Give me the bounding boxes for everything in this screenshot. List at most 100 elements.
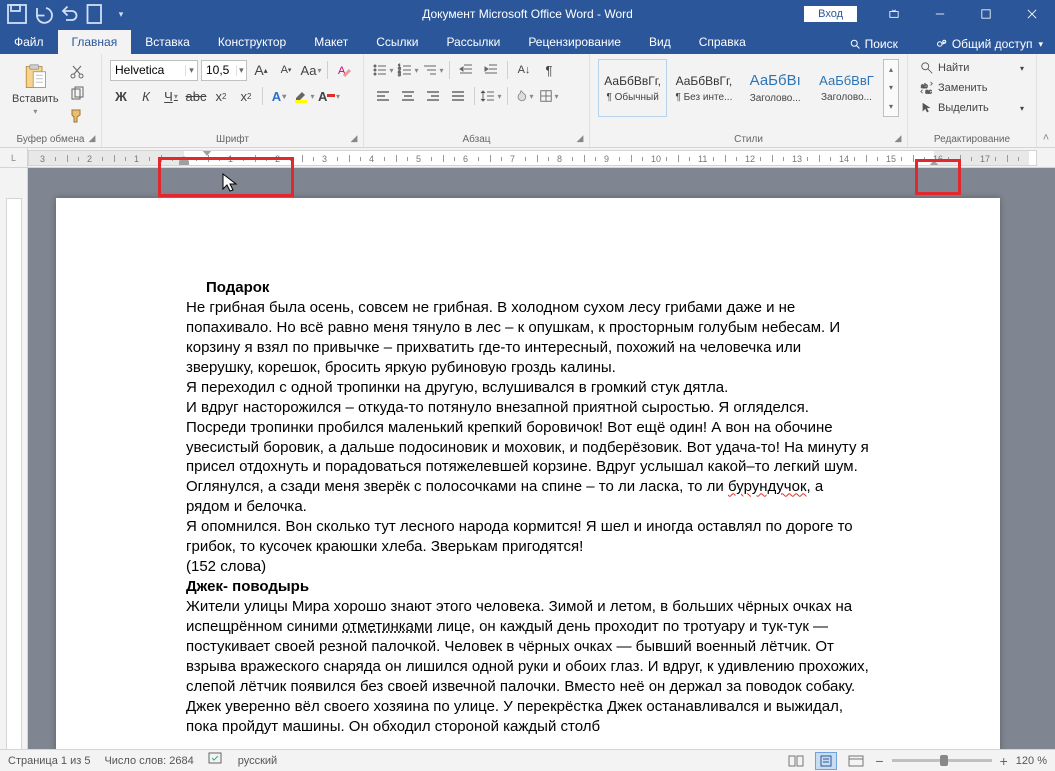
style-normal[interactable]: АаБбВвГг,¶ Обычный — [598, 59, 667, 117]
font-color-icon[interactable]: A▾ — [318, 85, 340, 107]
zoom-level[interactable]: 120 % — [1016, 755, 1047, 767]
shading-icon[interactable]: ▾ — [513, 85, 535, 107]
bold-button[interactable]: Ж — [110, 85, 132, 107]
status-page[interactable]: Страница 1 из 5 — [8, 755, 90, 767]
align-center-icon[interactable] — [397, 85, 419, 107]
group-label-styles: Стили — [590, 131, 907, 147]
status-lang[interactable]: русский — [238, 755, 277, 767]
close-icon[interactable] — [1009, 0, 1055, 28]
format-painter-icon[interactable] — [67, 107, 87, 125]
clear-format-icon[interactable]: A — [333, 59, 355, 81]
group-paragraph: ▾ 123▾ ▾ A↓ ¶ ▾ ▾ ▾ Абза — [364, 54, 590, 147]
change-case-icon[interactable]: Aa▾ — [300, 59, 322, 81]
print-layout-icon[interactable] — [815, 752, 837, 770]
select-button[interactable]: Выделить▾ — [916, 99, 1028, 117]
justify-icon[interactable] — [447, 85, 469, 107]
shrink-font-icon[interactable]: A▾ — [275, 59, 297, 81]
font-size-input[interactable] — [202, 63, 236, 77]
maximize-icon[interactable] — [963, 0, 1009, 28]
superscript-icon[interactable]: x2 — [235, 85, 257, 107]
login-button[interactable]: Вход — [804, 6, 857, 22]
spellcheck-icon[interactable] — [208, 752, 224, 769]
status-words[interactable]: Число слов: 2684 — [104, 755, 193, 767]
vertical-ruler[interactable] — [0, 168, 28, 749]
underline-button[interactable]: Ч▾ — [160, 85, 182, 107]
font-size-combo[interactable]: ▾ — [201, 60, 247, 81]
clipboard-icon — [21, 63, 49, 91]
tab-file[interactable]: Файл — [0, 30, 58, 54]
styles-more-icon[interactable]: ▴▾▾ — [883, 59, 899, 117]
chevron-down-icon[interactable]: ▾ — [236, 65, 246, 76]
save-icon[interactable] — [5, 3, 29, 25]
font-name-combo[interactable]: ▾ — [110, 60, 198, 81]
heading-2: Джек- поводырь — [186, 577, 870, 597]
group-label-editing: Редактирование — [908, 131, 1036, 147]
borders-icon[interactable]: ▾ — [538, 85, 560, 107]
find-button[interactable]: Найти▾ — [916, 59, 1028, 77]
tab-mailings[interactable]: Рассылки — [432, 30, 514, 54]
font-name-input[interactable] — [111, 63, 185, 77]
web-layout-icon[interactable] — [845, 752, 867, 770]
read-mode-icon[interactable] — [785, 752, 807, 770]
tab-help[interactable]: Справка — [685, 30, 760, 54]
undo-icon[interactable] — [31, 3, 55, 25]
qat-more-icon[interactable]: ▾ — [109, 3, 133, 25]
multilevel-icon[interactable]: ▾ — [422, 59, 444, 81]
new-doc-icon[interactable] — [83, 3, 107, 25]
collapse-ribbon-icon[interactable]: ˄ — [1037, 54, 1055, 147]
zoom-out-icon[interactable]: − — [875, 753, 883, 769]
ribbon-options-icon[interactable] — [871, 0, 917, 28]
page-content[interactable]: Подарок Не грибная была осень, совсем не… — [56, 198, 1000, 749]
paste-button[interactable]: Вставить ▾ — [8, 61, 63, 125]
svg-text:ac: ac — [925, 88, 931, 95]
italic-button[interactable]: К — [135, 85, 157, 107]
tab-references[interactable]: Ссылки — [362, 30, 432, 54]
increase-indent-icon[interactable] — [480, 59, 502, 81]
tab-design[interactable]: Конструктор — [204, 30, 300, 54]
subscript-icon[interactable]: x2 — [210, 85, 232, 107]
chevron-down-icon[interactable]: ▾ — [185, 65, 197, 76]
share-button[interactable]: Общий доступ▾ — [936, 37, 1043, 51]
tab-home[interactable]: Главная — [58, 30, 132, 54]
paragraph-launcher-icon[interactable]: ◢ — [573, 131, 587, 145]
tab-review[interactable]: Рецензирование — [514, 30, 635, 54]
font-launcher-icon[interactable]: ◢ — [347, 131, 361, 145]
svg-text:3: 3 — [398, 72, 401, 78]
show-marks-icon[interactable]: ¶ — [538, 59, 560, 81]
decrease-indent-icon[interactable] — [455, 59, 477, 81]
window-title: Документ Microsoft Office Word - Word — [422, 7, 633, 21]
numbering-icon[interactable]: 123▾ — [397, 59, 419, 81]
redo-icon[interactable] — [57, 3, 81, 25]
align-left-icon[interactable] — [372, 85, 394, 107]
text-effects-icon[interactable]: A▾ — [268, 85, 290, 107]
clipboard-launcher-icon[interactable]: ◢ — [85, 131, 99, 145]
style-heading1[interactable]: АаБбВıЗаголово... — [741, 59, 810, 117]
zoom-in-icon[interactable]: + — [1000, 753, 1008, 769]
bullets-icon[interactable]: ▾ — [372, 59, 394, 81]
group-clipboard: Вставить ▾ Буфер обмена ◢ — [0, 54, 102, 147]
zoom-slider[interactable] — [892, 759, 992, 762]
strike-button[interactable]: abc — [185, 85, 207, 107]
tab-insert[interactable]: Вставка — [131, 30, 204, 54]
para-3: И вдруг насторожился – откуда-то потянул… — [186, 398, 870, 518]
tab-selector[interactable]: L — [0, 148, 28, 168]
tab-layout[interactable]: Макет — [300, 30, 362, 54]
search-icon[interactable]: Поиск — [849, 37, 898, 51]
styles-launcher-icon[interactable]: ◢ — [891, 131, 905, 145]
window-controls: Вход — [804, 0, 1055, 28]
horizontal-ruler[interactable]: 3211234567891011121314151617 — [28, 150, 1037, 166]
style-heading2[interactable]: АаБбВвГЗаголово... — [812, 59, 881, 117]
para-2: Я переходил с одной тропинки на другую, … — [186, 378, 870, 398]
cut-icon[interactable] — [67, 63, 87, 81]
highlight-icon[interactable]: ▾ — [293, 85, 315, 107]
minimize-icon[interactable] — [917, 0, 963, 28]
align-right-icon[interactable] — [422, 85, 444, 107]
style-nospacing[interactable]: АаБбВвГг,¶ Без инте... — [669, 59, 738, 117]
tab-view[interactable]: Вид — [635, 30, 685, 54]
sort-icon[interactable]: A↓ — [513, 59, 535, 81]
share-label: Общий доступ — [952, 37, 1033, 51]
line-spacing-icon[interactable]: ▾ — [480, 85, 502, 107]
copy-icon[interactable] — [67, 85, 87, 103]
grow-font-icon[interactable]: A▴ — [250, 59, 272, 81]
replace-button[interactable]: abacЗаменить — [916, 79, 1028, 97]
